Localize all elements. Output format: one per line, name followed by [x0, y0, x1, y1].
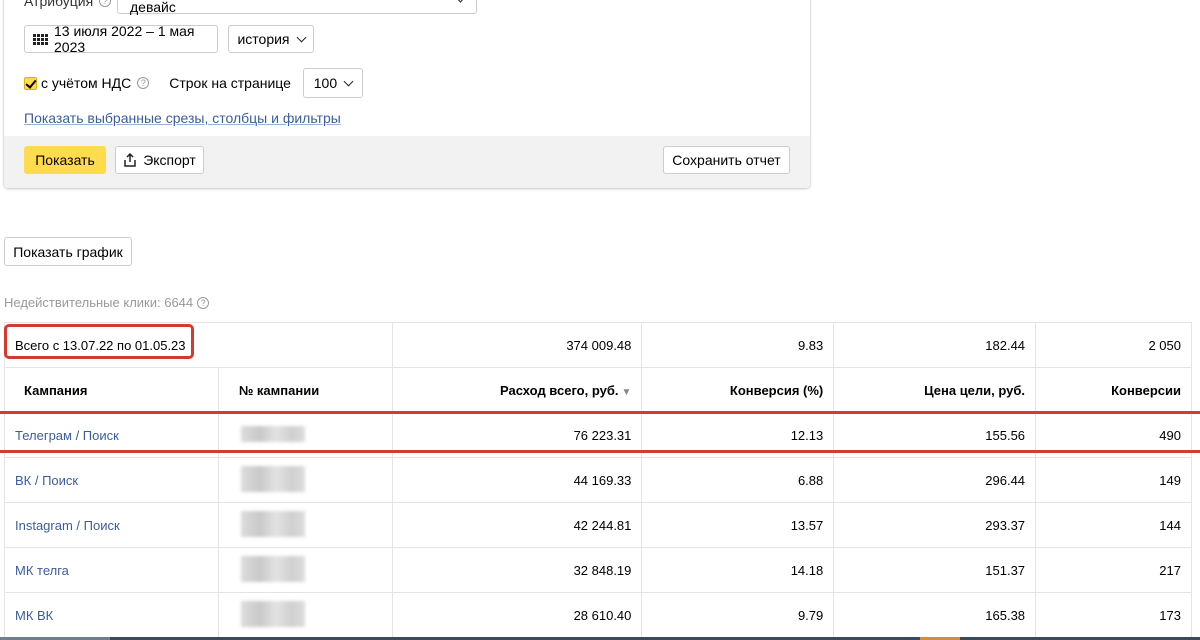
- help-icon[interactable]: ?: [197, 296, 210, 309]
- spend-header-label: Расход всего, руб.: [499, 382, 619, 398]
- history-label: история: [237, 31, 290, 47]
- show-button[interactable]: Показать: [24, 146, 106, 174]
- show-selected-filters-link[interactable]: Показать выбранные срезы, столбцы и филь…: [24, 110, 341, 126]
- goal-price-cell: 296.44: [833, 457, 1037, 503]
- row-highlight-top-line: [0, 411, 1200, 414]
- conversions-cell: 144: [1035, 502, 1192, 548]
- campaign-id-blurred: [217, 457, 393, 503]
- goal-price-cell: 151.37: [833, 547, 1037, 593]
- column-header-conversions[interactable]: Конверсии: [1035, 367, 1192, 413]
- campaign-link[interactable]: ВК / Поиск: [4, 457, 219, 503]
- goal-price-cell: 165.38: [833, 592, 1037, 638]
- goal-price-cell: 293.37: [833, 502, 1037, 548]
- invalid-clicks-text: Недействительные клики: 6644: [4, 295, 194, 310]
- vat-row: с учётом НДС ? Строк на странице 100: [24, 68, 363, 98]
- table-row: Instagram / Поиск 42 244.81 13.57 293.37…: [4, 502, 1192, 548]
- totals-conversion: 9.83: [641, 322, 835, 368]
- rows-per-page-select[interactable]: 100: [302, 68, 363, 98]
- conversion-cell: 14.18: [641, 547, 835, 593]
- rows-per-page-value: 100: [313, 75, 338, 91]
- conversions-cell: 217: [1035, 547, 1192, 593]
- history-dropdown[interactable]: история: [228, 25, 314, 53]
- totals-spend: 374 009.48: [391, 322, 643, 368]
- report-table: Всего с 13.07.22 по 01.05.23 374 009.48 …: [4, 322, 1192, 638]
- help-icon[interactable]: ?: [137, 77, 150, 89]
- invalid-clicks: Недействительные клики: 6644 ?: [4, 295, 210, 310]
- spend-cell: 42 244.81: [391, 502, 643, 548]
- column-header-goal-price[interactable]: Цена цели, руб.: [833, 367, 1037, 413]
- rows-per-page-label: Строк на странице: [169, 75, 291, 91]
- sort-desc-icon: ▼: [621, 386, 632, 398]
- vat-label: с учётом НДС: [41, 75, 132, 91]
- date-range-label: 13 июля 2022 – 1 мая 2023: [54, 23, 195, 55]
- export-button[interactable]: Экспорт: [115, 146, 204, 174]
- campaign-link[interactable]: МК телга: [4, 547, 219, 593]
- row-highlight-bottom-line: [0, 450, 1200, 453]
- save-report-button[interactable]: Сохранить отчет: [663, 146, 790, 174]
- show-chart-button[interactable]: Показать график: [4, 237, 132, 266]
- column-header-campaign[interactable]: Кампания: [4, 367, 219, 413]
- report-page: Атрибуция ? последний переход из Яндекс.…: [0, 0, 1200, 640]
- help-icon[interactable]: ?: [99, 0, 112, 7]
- chevron-down-icon: [296, 32, 306, 42]
- conversion-cell: 6.88: [641, 457, 835, 503]
- spend-cell: 28 610.40: [391, 592, 643, 638]
- conversions-cell: 173: [1035, 592, 1192, 638]
- panel-footer: Показать Экспорт Сохранить отчет: [4, 136, 810, 188]
- chevron-down-icon: [343, 76, 354, 86]
- conversions-cell: 149: [1035, 457, 1192, 503]
- campaign-id-blurred: [217, 592, 393, 638]
- conversion-cell: 9.79: [641, 592, 835, 638]
- totals-conversions: 2 050: [1035, 322, 1192, 368]
- table-row: ВК / Поиск 44 169.33 6.88 296.44 149: [4, 457, 1192, 503]
- attribution-row: Атрибуция ?: [24, 0, 112, 16]
- campaign-id-blurred: [217, 502, 393, 548]
- spend-cell: 32 848.19: [391, 547, 643, 593]
- table-row: МК телга 32 848.19 14.18 151.37 217: [4, 547, 1192, 593]
- campaign-link[interactable]: Instagram / Поиск: [4, 502, 219, 548]
- totals-highlight-box: [4, 324, 194, 359]
- conversion-cell: 13.57: [641, 502, 835, 548]
- export-icon: [124, 153, 136, 167]
- column-header-conversion[interactable]: Конверсия (%): [641, 367, 835, 413]
- calendar-icon: [33, 33, 48, 45]
- spend-cell: 44 169.33: [391, 457, 643, 503]
- attribution-value: последний переход из Яндекс.Директа крос…: [130, 0, 176, 15]
- table-row: МК ВК 28 610.40 9.79 165.38 173: [4, 592, 1192, 638]
- column-header-spend[interactable]: Расход всего, руб. ▼: [391, 367, 643, 413]
- campaign-no-header-label: № кампании: [238, 382, 320, 398]
- attribution-label: Атрибуция: [24, 0, 94, 9]
- report-settings-panel: Атрибуция ? последний переход из Яндекс.…: [4, 0, 810, 188]
- vat-checkbox[interactable]: [24, 76, 37, 90]
- header-row: Кампания № кампании Расход всего, руб. ▼ …: [4, 367, 1192, 413]
- totals-goal-price: 182.44: [833, 322, 1037, 368]
- attribution-select[interactable]: последний переход из Яндекс.Директа крос…: [117, 0, 477, 15]
- campaign-link[interactable]: МК ВК: [4, 592, 219, 638]
- campaign-id-blurred: [217, 547, 393, 593]
- export-label: Экспорт: [143, 152, 196, 168]
- column-header-campaign-no[interactable]: № кампании: [217, 367, 393, 413]
- date-range-picker[interactable]: 13 июля 2022 – 1 мая 2023: [24, 23, 218, 55]
- chevron-down-icon: [455, 0, 466, 2]
